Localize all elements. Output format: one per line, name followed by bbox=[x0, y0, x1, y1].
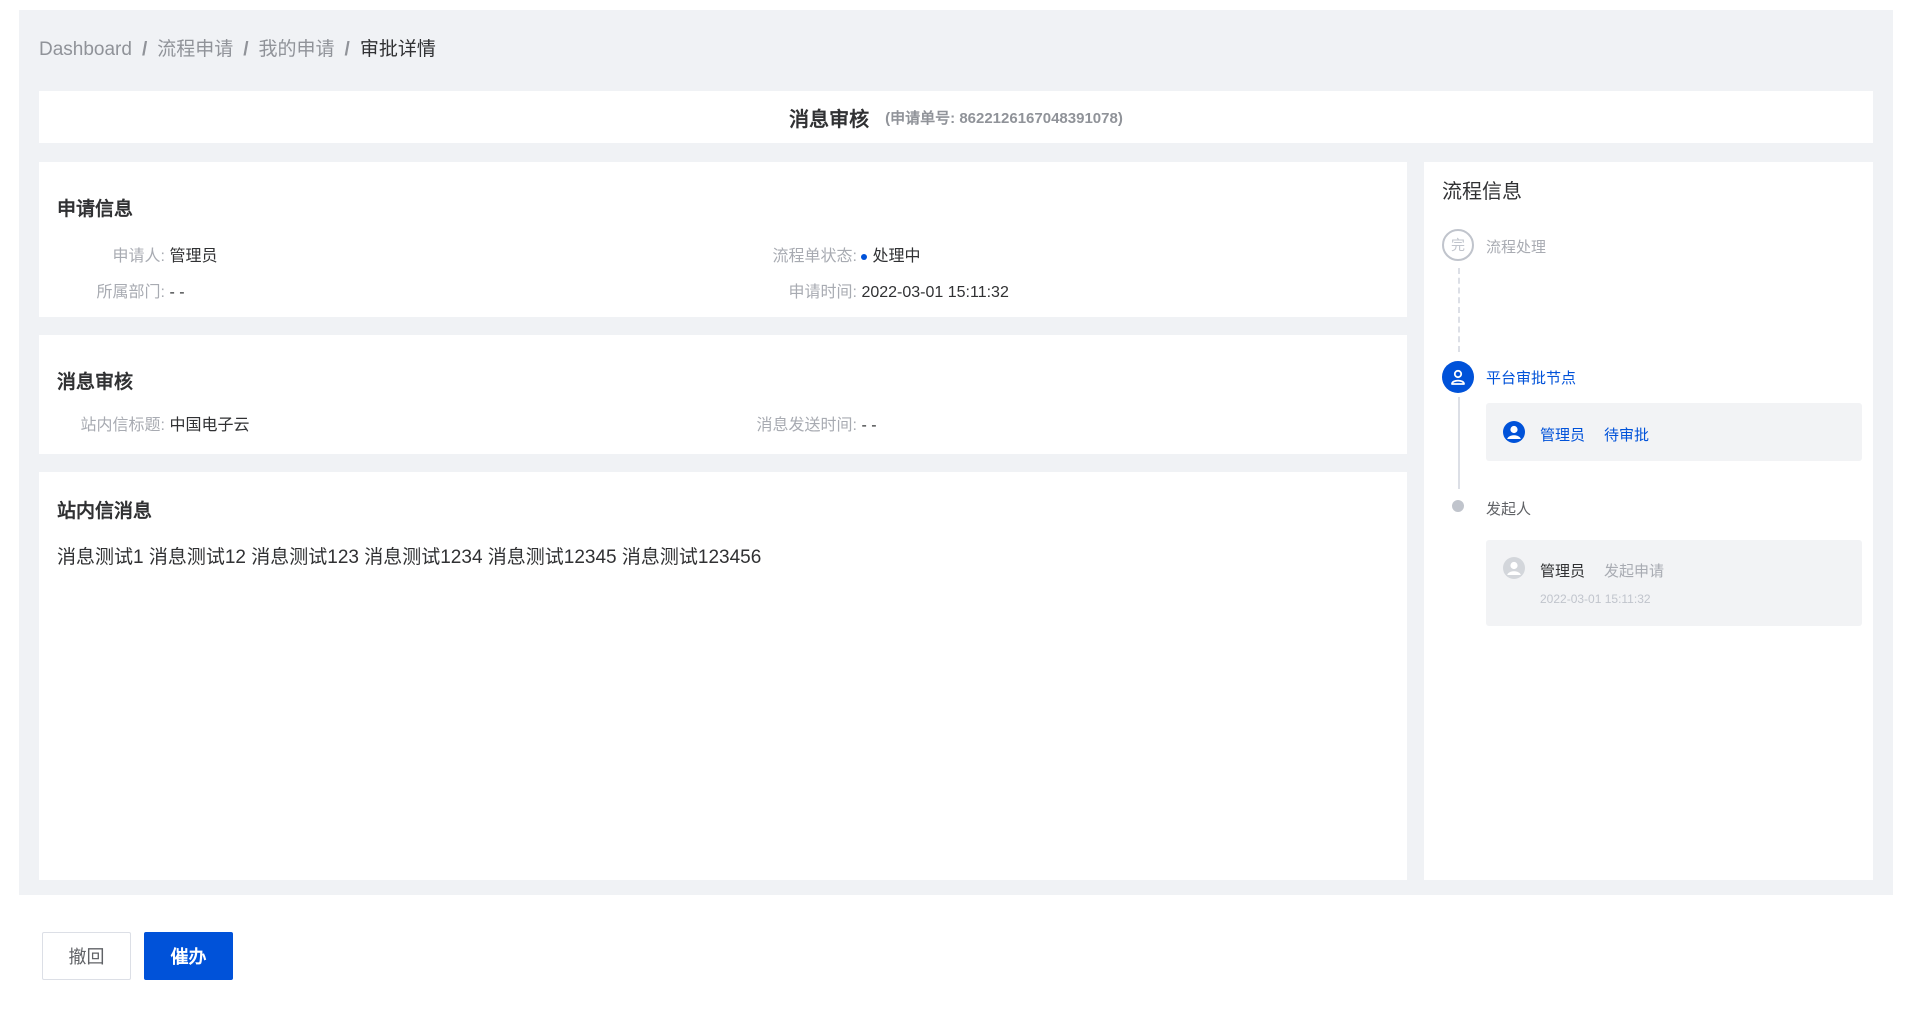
breadcrumb-separator: / bbox=[344, 39, 350, 60]
applicant-value: 管理员 bbox=[169, 248, 218, 265]
review-title: 消息审核 bbox=[57, 372, 134, 393]
initiator-avatar-icon bbox=[1503, 557, 1525, 579]
initiator-node-dot bbox=[1452, 500, 1464, 512]
done-node-icon: 完 bbox=[1442, 229, 1474, 261]
time-label: 申请时间: bbox=[788, 284, 857, 301]
approver-status: 待审批 bbox=[1604, 427, 1650, 444]
message-title: 站内信消息 bbox=[57, 501, 153, 522]
flow-connector-solid bbox=[1458, 397, 1460, 489]
page-title: 消息审核 bbox=[789, 108, 870, 131]
apply-info-card: 申请信息 申请人: 管理员 所属部门: - - 流程单状态: 处理中 申请时间:… bbox=[39, 162, 1407, 317]
status-field: 流程单状态: 处理中 bbox=[739, 242, 921, 266]
time-value: 2022-03-01 15:11:32 bbox=[861, 284, 1009, 301]
flow-card: 流程信息 完 流程处理 平台审批节点 管理员 待审批 发起人 管理员 发起申请 … bbox=[1424, 162, 1873, 880]
done-glyph: 完 bbox=[1451, 237, 1465, 253]
status-label: 流程单状态: bbox=[772, 248, 857, 265]
approver-avatar-icon bbox=[1503, 421, 1525, 443]
breadcrumb-process-apply[interactable]: 流程申请 bbox=[157, 39, 233, 60]
message-content: 消息测试1 消息测试12 消息测试123 消息测试1234 消息测试12345 … bbox=[57, 547, 762, 568]
review-card: 消息审核 站内信标题: 中国电子云 消息发送时间: - - bbox=[39, 335, 1407, 454]
flow-title: 流程信息 bbox=[1442, 181, 1522, 203]
approver-name: 管理员 bbox=[1540, 427, 1586, 444]
approver-box: 管理员 待审批 bbox=[1486, 403, 1862, 461]
send-time-value: - - bbox=[861, 417, 877, 434]
time-field: 申请时间: 2022-03-01 15:11:32 bbox=[739, 278, 1009, 302]
user-node-icon bbox=[1442, 361, 1474, 393]
msg-title-field: 站内信标题: 中国电子云 bbox=[57, 411, 250, 435]
page-title-bar: 消息审核 (申请单号: 8622126167048391078) bbox=[39, 91, 1873, 143]
send-time-label: 消息发送时间: bbox=[756, 417, 857, 434]
status-dot bbox=[861, 253, 868, 260]
dept-label: 所属部门: bbox=[96, 284, 165, 301]
urge-button[interactable]: 催办 bbox=[144, 932, 233, 980]
apply-info-title: 申请信息 bbox=[57, 199, 134, 220]
initiator-box: 管理员 发起申请 2022-03-01 15:11:32 bbox=[1486, 540, 1862, 626]
status-value: 处理中 bbox=[861, 248, 920, 265]
initiator-time: 2022-03-01 15:11:32 bbox=[1540, 592, 1651, 606]
breadcrumb-separator: / bbox=[141, 39, 148, 60]
order-number: (申请单号: 8622126167048391078) bbox=[885, 109, 1123, 127]
msg-title-value: 中国电子云 bbox=[169, 417, 250, 434]
message-card: 站内信消息 消息测试1 消息测试12 消息测试123 消息测试1234 消息测试… bbox=[39, 472, 1407, 880]
dept-value: - - bbox=[169, 284, 185, 301]
withdraw-button[interactable]: 撤回 bbox=[42, 932, 131, 980]
breadcrumb: Dashboard / 流程申请 / 我的申请 / 审批详情 bbox=[39, 34, 436, 61]
flow-connector-dashed bbox=[1458, 268, 1460, 352]
done-node-label: 流程处理 bbox=[1486, 239, 1547, 256]
send-time-field: 消息发送时间: - - bbox=[739, 411, 877, 435]
msg-title-label: 站内信标题: bbox=[80, 417, 165, 434]
dept-field: 所属部门: - - bbox=[57, 278, 185, 302]
content-area: Dashboard / 流程申请 / 我的申请 / 审批详情 消息审核 (申请单号: 862… bbox=[19, 10, 1893, 895]
initiator-action: 发起申请 bbox=[1604, 563, 1665, 580]
user-icon bbox=[1451, 369, 1465, 385]
initiator-name: 管理员 bbox=[1540, 563, 1586, 580]
status-text: 处理中 bbox=[872, 248, 921, 265]
initiator-node-label: 发起人 bbox=[1486, 501, 1532, 518]
approval-node-label: 平台审批节点 bbox=[1486, 370, 1577, 387]
breadcrumb-separator: / bbox=[243, 39, 249, 60]
breadcrumb-my-apply[interactable]: 我的申请 bbox=[259, 39, 335, 60]
breadcrumb-current: 审批详情 bbox=[359, 39, 436, 60]
applicant-field: 申请人: 管理员 bbox=[57, 242, 218, 266]
breadcrumb-dashboard[interactable]: Dashboard bbox=[39, 39, 132, 60]
applicant-label: 申请人: bbox=[112, 248, 165, 265]
